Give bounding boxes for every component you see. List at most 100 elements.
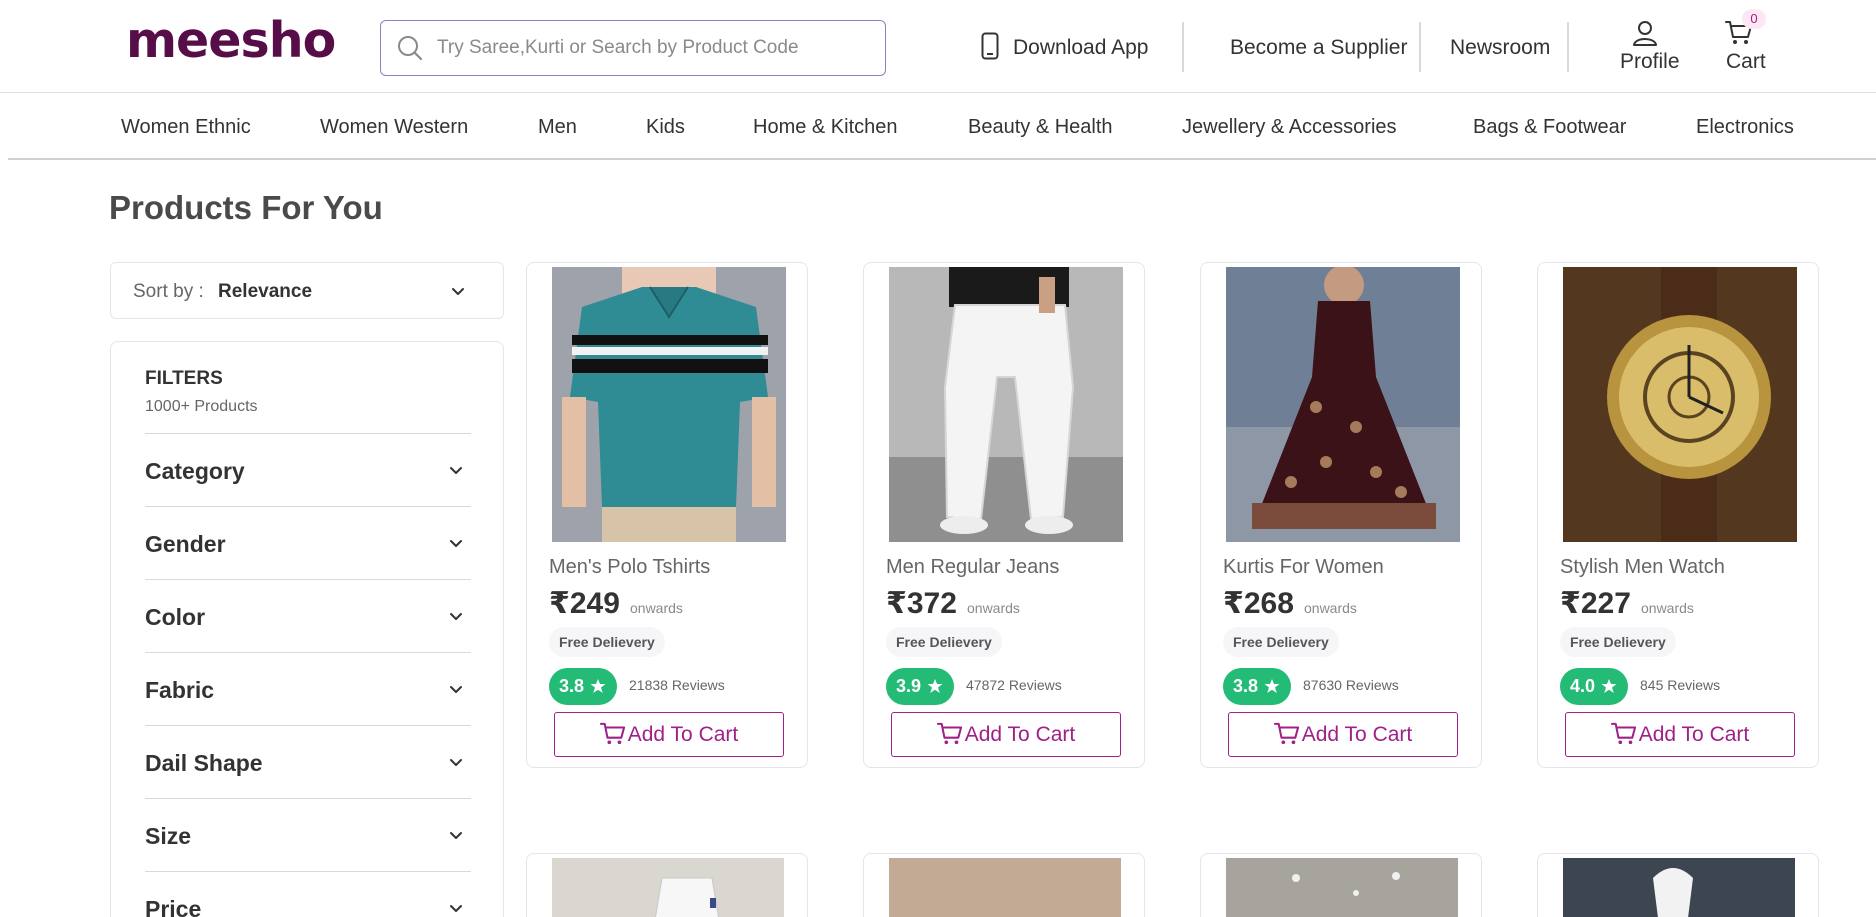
- chevron-down-icon: [452, 288, 464, 295]
- product-image-men-watch[interactable]: [1563, 267, 1797, 542]
- product-card[interactable]: Men Regular Jeans ₹372 onwards Free Deli…: [863, 262, 1145, 768]
- category-beauty-health[interactable]: Beauty & Health: [968, 116, 1113, 139]
- add-to-cart-button[interactable]: Add To Cart: [891, 712, 1121, 757]
- category-electronics[interactable]: Electronics: [1696, 116, 1794, 139]
- sort-label: Sort by :: [133, 281, 204, 302]
- product-name: Men's Polo Tshirts: [549, 556, 711, 578]
- category-kids[interactable]: Kids: [646, 116, 685, 139]
- product-name: Stylish Men Watch: [1560, 556, 1725, 578]
- price-onwards: onwards: [630, 600, 683, 616]
- category-jewellery-accessories[interactable]: Jewellery & Accessories: [1182, 116, 1397, 139]
- product-image-fabric[interactable]: [889, 858, 1121, 917]
- download-app-link[interactable]: Download App: [1013, 36, 1148, 60]
- free-delivery-badge: Free Delievery: [1223, 627, 1339, 657]
- add-to-cart-label: Add To Cart: [627, 723, 739, 746]
- filter-label: Color: [145, 604, 206, 630]
- become-supplier-link[interactable]: Become a Supplier: [1230, 36, 1407, 60]
- add-to-cart-label: Add To Cart: [964, 723, 1076, 746]
- filter-label: Size: [145, 823, 192, 849]
- rating-value: 3.9: [896, 676, 922, 696]
- review-count: 87630 Reviews: [1303, 677, 1399, 693]
- profile-label[interactable]: Profile: [1620, 50, 1680, 74]
- cart-icon: [599, 722, 625, 745]
- add-to-cart-button[interactable]: Add To Cart: [554, 712, 784, 757]
- search-input[interactable]: [437, 29, 877, 67]
- filter-category[interactable]: Category: [145, 433, 471, 506]
- filter-label: Gender: [145, 531, 226, 557]
- product-image-kurti[interactable]: [1226, 267, 1460, 542]
- mobile-phone-icon: [981, 32, 999, 60]
- product-price: ₹249: [549, 587, 620, 620]
- chevron-down-icon: [450, 905, 462, 912]
- search-bar[interactable]: [380, 20, 886, 76]
- product-name: Kurtis For Women: [1223, 556, 1384, 578]
- price-onwards: onwards: [1641, 600, 1694, 616]
- star-icon: [1601, 679, 1617, 693]
- filter-fabric[interactable]: Fabric: [145, 652, 471, 725]
- category-bags-footwear[interactable]: Bags & Footwear: [1473, 116, 1626, 139]
- filter-price[interactable]: Price: [145, 871, 471, 917]
- product-image-polo-tshirt[interactable]: [552, 267, 786, 542]
- filters-title: FILTERS: [145, 368, 223, 389]
- add-to-cart-label: Add To Cart: [1638, 723, 1750, 746]
- add-to-cart-button[interactable]: Add To Cart: [1228, 712, 1458, 757]
- chevron-down-icon: [450, 686, 462, 693]
- category-women-ethnic[interactable]: Women Ethnic: [121, 116, 251, 139]
- filter-label: Category: [145, 458, 245, 484]
- cart-icon: [936, 722, 962, 745]
- filters-panel: FILTERS 1000+ Products Category Gender C…: [110, 341, 504, 917]
- product-price: ₹227: [1560, 587, 1631, 620]
- product-price: ₹372: [886, 587, 957, 620]
- product-image-sneakers[interactable]: [552, 858, 784, 917]
- free-delivery-badge: Free Delievery: [886, 627, 1002, 657]
- rating-badge: 3.8: [549, 668, 617, 705]
- category-women-western[interactable]: Women Western: [320, 116, 468, 139]
- product-image-regular-jeans[interactable]: [889, 267, 1123, 542]
- category-home-kitchen[interactable]: Home & Kitchen: [753, 116, 898, 139]
- filters-product-count: 1000+ Products: [145, 398, 258, 415]
- rating-value: 3.8: [1233, 676, 1259, 696]
- product-card[interactable]: [526, 853, 808, 917]
- filter-label: Price: [145, 896, 202, 917]
- product-card[interactable]: [863, 853, 1145, 917]
- header: meesho Download App Become a Supplier Ne…: [0, 0, 1876, 93]
- star-icon: [1264, 679, 1280, 693]
- filter-size[interactable]: Size: [145, 798, 471, 871]
- header-divider: [1567, 22, 1569, 72]
- review-count: 21838 Reviews: [629, 677, 725, 693]
- filter-gender[interactable]: Gender: [145, 506, 471, 579]
- filter-label: Fabric: [145, 677, 215, 703]
- filter-dial-shape[interactable]: Dail Shape: [145, 725, 471, 798]
- newsroom-link[interactable]: Newsroom: [1450, 36, 1550, 60]
- category-men[interactable]: Men: [538, 116, 577, 139]
- add-to-cart-label: Add To Cart: [1301, 723, 1413, 746]
- cart-count-badge: 0: [1742, 9, 1766, 29]
- product-card[interactable]: [1200, 853, 1482, 917]
- product-price: ₹268: [1223, 587, 1294, 620]
- add-to-cart-button[interactable]: Add To Cart: [1565, 712, 1795, 757]
- price-onwards: onwards: [1304, 600, 1357, 616]
- review-count: 47872 Reviews: [966, 677, 1062, 693]
- header-divider: [1419, 22, 1421, 72]
- header-divider: [1182, 22, 1184, 72]
- product-card[interactable]: Kurtis For Women ₹268 onwards Free Delie…: [1200, 262, 1482, 768]
- product-card[interactable]: Stylish Men Watch ₹227 onwards Free Deli…: [1537, 262, 1819, 768]
- sort-value: Relevance: [218, 281, 313, 302]
- star-icon: [590, 679, 606, 693]
- filter-color[interactable]: Color: [145, 579, 471, 652]
- rating-badge: 4.0: [1560, 668, 1628, 705]
- page-title: Products For You: [109, 189, 383, 226]
- meesho-logo[interactable]: meesho: [126, 12, 336, 69]
- chevron-down-icon: [450, 759, 462, 766]
- search-icon: [398, 36, 423, 61]
- chevron-down-icon: [450, 467, 462, 474]
- product-image-dark-item[interactable]: [1563, 858, 1795, 917]
- product-image-sparkle[interactable]: [1226, 858, 1458, 917]
- product-card[interactable]: Men's Polo Tshirts ₹249 onwards Free Del…: [526, 262, 808, 768]
- product-card[interactable]: [1537, 853, 1819, 917]
- cart-label[interactable]: Cart: [1726, 50, 1766, 74]
- chevron-down-icon: [450, 613, 462, 620]
- user-icon[interactable]: [1632, 20, 1658, 46]
- sort-dropdown[interactable]: Sort by : Relevance: [110, 262, 504, 319]
- free-delivery-badge: Free Delievery: [1560, 627, 1676, 657]
